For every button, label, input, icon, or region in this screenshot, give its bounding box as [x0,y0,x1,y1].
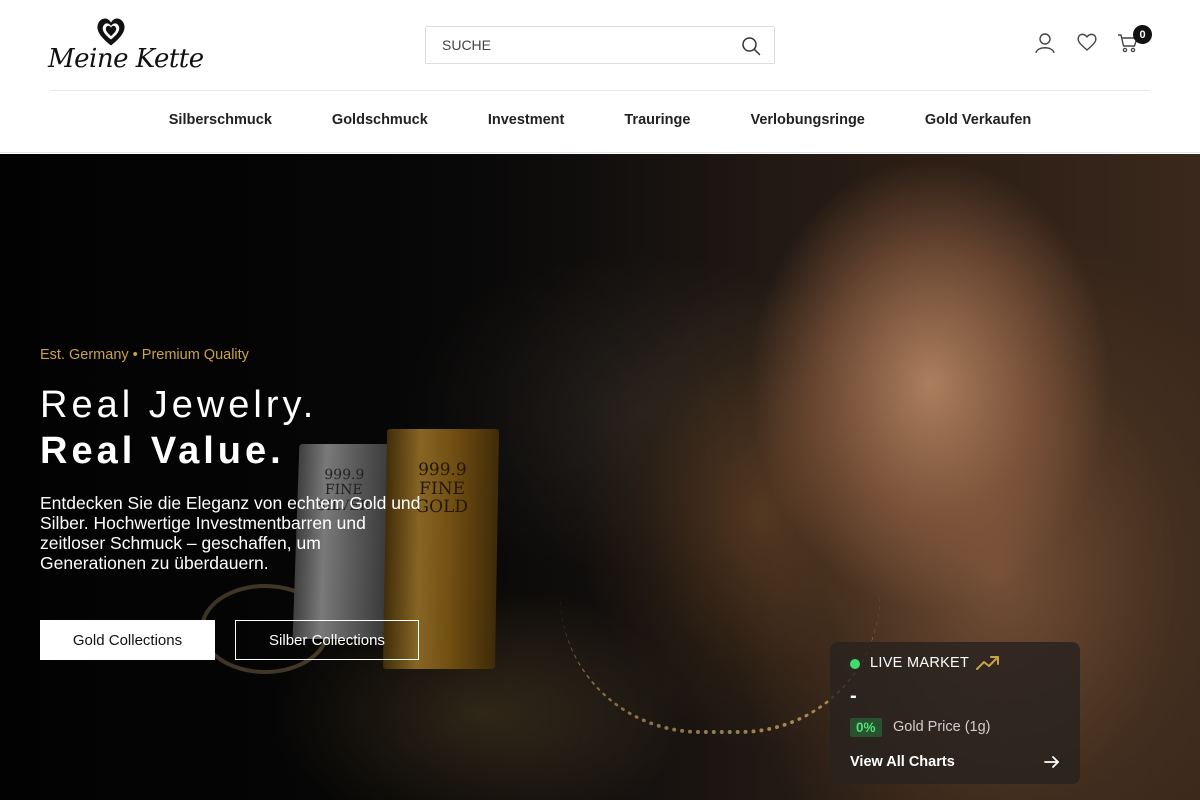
view-all-charts-label: View All Charts [850,754,955,770]
hero-description: Entdecken Sie die Eleganz von echtem Gol… [40,493,421,573]
search-button[interactable] [738,33,764,59]
account-button[interactable] [1033,31,1057,55]
silver-collections-button[interactable]: Silber Collections [235,620,419,660]
price-change-badge: 0% [850,718,882,737]
logo[interactable]: Meine Kette [48,14,204,78]
search-input[interactable] [442,27,732,63]
cart-count-badge: 0 [1133,25,1152,44]
user-icon [1035,33,1055,54]
site-header: Meine Kette 0 Silberschmuck Goldsc [0,0,1200,153]
nav-item-gold-verkaufen[interactable]: Gold Verkaufen [895,108,1061,136]
live-indicator-dot [850,659,860,669]
wishlist-button[interactable] [1075,30,1099,54]
hero-title-line1: Real Jewelry. [40,384,318,426]
search-icon [742,37,761,56]
nav-item-silberschmuck[interactable]: Silberschmuck [139,108,302,136]
live-market-label: LIVE MARKET [870,655,970,671]
hero-eyebrow: Est. Germany • Premium Quality [40,347,249,363]
nav-item-investment[interactable]: Investment [458,108,595,136]
header-divider [50,90,1150,91]
gold-price-value: - [850,685,857,707]
search-box [425,26,775,64]
hero-title-line2: Real Value. [40,430,285,472]
nav-item-trauringe[interactable]: Trauringe [594,108,720,136]
nav-item-goldschmuck[interactable]: Goldschmuck [302,108,458,136]
trending-up-icon [976,656,999,670]
hero-banner: 999.9FINESILVER 999.9FINEGOLD Est. Germa… [0,154,1200,800]
gold-collections-button[interactable]: Gold Collections [40,620,215,660]
gold-price-label: Gold Price (1g) [893,719,991,735]
heart-logo-icon [97,18,125,46]
heart-icon [1077,33,1097,51]
nav-item-verlobungsringe[interactable]: Verlobungsringe [720,108,894,136]
logo-text: Meine Kette [48,44,204,74]
arrow-right-icon [1044,756,1059,768]
live-market-widget: LIVE MARKET - 0% Gold Price (1g) View Al… [830,642,1080,784]
view-all-charts-link[interactable]: View All Charts [850,752,1060,772]
main-nav: Silberschmuck Goldschmuck Investment Tra… [0,108,1200,136]
